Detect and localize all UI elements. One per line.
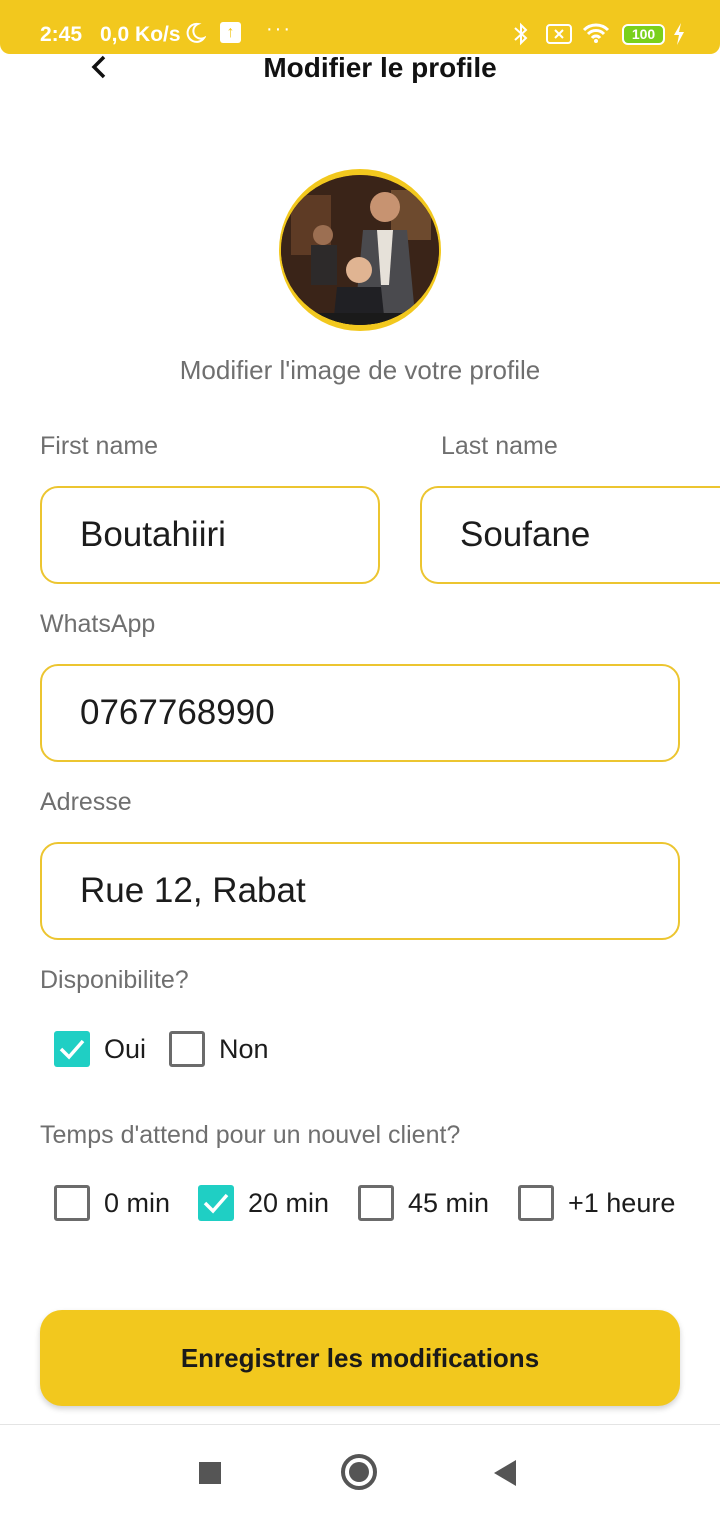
app-header: Modifier le profile bbox=[0, 52, 720, 84]
sim-off-icon bbox=[546, 24, 572, 49]
circle-icon[interactable] bbox=[341, 1454, 377, 1490]
charging-icon bbox=[672, 22, 686, 51]
wait-1hour-label[interactable]: +1 heure bbox=[568, 1188, 675, 1219]
battery-indicator: 100 bbox=[622, 24, 665, 45]
wait-1hour-checkbox[interactable] bbox=[518, 1185, 554, 1221]
last-name-input[interactable]: Soufane bbox=[420, 486, 720, 584]
availability-yes-checkbox[interactable] bbox=[54, 1031, 90, 1067]
wait-time-label: Temps d'attend pour un nouvel client? bbox=[40, 1121, 461, 1149]
wait-0min-checkbox[interactable] bbox=[54, 1185, 90, 1221]
wait-45min-checkbox[interactable] bbox=[358, 1185, 394, 1221]
page-title: Modifier le profile bbox=[263, 52, 497, 83]
wait-45min-label[interactable]: 45 min bbox=[408, 1188, 489, 1219]
save-changes-button[interactable]: Enregistrer les modifications bbox=[40, 1310, 680, 1406]
system-nav-bar bbox=[0, 1424, 720, 1520]
last-name-value: Soufane bbox=[460, 515, 591, 554]
whatsapp-label: WhatsApp bbox=[40, 610, 156, 638]
profile-photo bbox=[281, 175, 439, 325]
square-icon[interactable] bbox=[199, 1462, 221, 1484]
wait-0min-label[interactable]: 0 min bbox=[104, 1188, 170, 1219]
wifi-icon bbox=[582, 22, 610, 49]
availability-yes-label[interactable]: Oui bbox=[104, 1034, 146, 1065]
availability-no-checkbox[interactable] bbox=[169, 1031, 205, 1067]
address-value: Rue 12, Rabat bbox=[80, 871, 306, 910]
change-photo-label[interactable]: Modifier l'image de votre profile bbox=[0, 355, 720, 386]
whatsapp-value: 0767768990 bbox=[80, 693, 275, 732]
status-more-dots: ··· bbox=[266, 18, 292, 40]
upload-icon: ↑ bbox=[220, 22, 241, 43]
wait-20min-checkbox[interactable] bbox=[198, 1185, 234, 1221]
availability-label: Disponibilite? bbox=[40, 966, 189, 994]
status-network-speed: 0,0 Ko/s bbox=[100, 23, 181, 46]
whatsapp-input[interactable]: 0767768990 bbox=[40, 664, 680, 762]
first-name-label: First name bbox=[40, 432, 159, 460]
wait-20min-label[interactable]: 20 min bbox=[248, 1188, 329, 1219]
avatar[interactable] bbox=[279, 169, 441, 331]
first-name-value: Boutahiiri bbox=[80, 515, 226, 554]
moon-icon bbox=[184, 22, 207, 49]
bluetooth-icon bbox=[512, 22, 530, 51]
last-name-label: Last name bbox=[441, 432, 558, 460]
status-bar: 2:45 0,0 Ko/s ↑ ··· 100 bbox=[0, 0, 720, 54]
first-name-input[interactable]: Boutahiiri bbox=[40, 486, 380, 584]
status-time: 2:45 bbox=[40, 23, 83, 46]
triangle-back-icon[interactable] bbox=[494, 1460, 516, 1486]
availability-no-label[interactable]: Non bbox=[219, 1034, 269, 1065]
address-input[interactable]: Rue 12, Rabat bbox=[40, 842, 680, 940]
address-label: Adresse bbox=[40, 788, 132, 816]
